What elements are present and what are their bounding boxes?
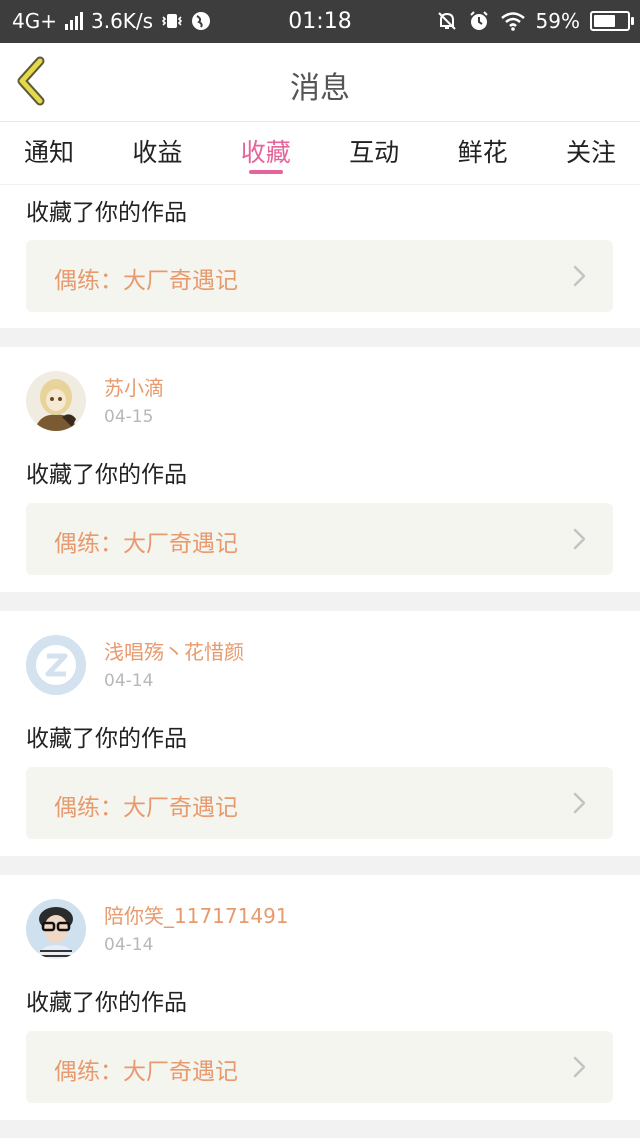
work-title: 偶练：大厂奇遇记	[54, 1059, 238, 1085]
battery-icon	[590, 11, 634, 31]
chevron-right-icon	[573, 528, 586, 550]
avatar[interactable]	[26, 371, 86, 431]
tab-follows[interactable]: 关注	[566, 122, 616, 184]
list-item: 苏小滴 04-15 收藏了你的作品 偶练：大厂奇遇记	[0, 347, 640, 592]
work-link[interactable]: 偶练：大厂奇遇记	[26, 767, 613, 839]
alarm-icon	[469, 11, 488, 30]
message-text: 收藏了你的作品	[26, 462, 187, 488]
tab-interactions[interactable]: 互动	[349, 122, 399, 184]
chevron-right-icon	[573, 792, 586, 814]
tab-notifications[interactable]: 通知	[24, 122, 74, 184]
battery-percent: 59%	[535, 9, 580, 33]
list-item: 收藏了你的作品 偶练：大厂奇遇记	[0, 185, 640, 328]
list-item: 陪你笑_117171491 04-14 收藏了你的作品 偶练：大厂奇遇记	[0, 875, 640, 1120]
tab-bar: 通知 收益 收藏 互动 鲜花 关注	[0, 122, 640, 184]
page-title: 消息	[290, 71, 350, 106]
work-title: 偶练：大厂奇遇记	[54, 795, 238, 821]
work-title: 偶练：大厂奇遇记	[54, 531, 238, 557]
tab-flowers[interactable]: 鲜花	[458, 122, 508, 184]
wifi-icon	[500, 12, 525, 31]
list-item: 浅唱殇丶花惜颜 04-14 收藏了你的作品 偶练：大厂奇遇记	[0, 611, 640, 856]
date: 04-15	[104, 407, 154, 427]
mute-notification-icon	[437, 12, 456, 30]
user-info[interactable]: 陪你笑_117171491 04-14	[26, 899, 289, 959]
header: 消息	[0, 43, 640, 122]
work-link[interactable]: 偶练：大厂奇遇记	[26, 503, 613, 575]
message-text: 收藏了你的作品	[26, 200, 187, 226]
chevron-right-icon	[573, 1056, 586, 1078]
user-info[interactable]: 苏小滴 04-15	[26, 371, 164, 431]
status-bar: 4G+ 3.6K/s 01:18 59%	[0, 0, 640, 43]
chevron-right-icon	[573, 265, 586, 287]
avatar[interactable]	[26, 899, 86, 959]
avatar[interactable]	[26, 635, 86, 695]
message-text: 收藏了你的作品	[26, 990, 187, 1016]
work-link[interactable]: 偶练：大厂奇遇记	[26, 1031, 613, 1103]
username[interactable]: 浅唱殇丶花惜颜	[104, 639, 244, 665]
date: 04-14	[104, 935, 154, 955]
tab-earnings[interactable]: 收益	[132, 122, 182, 184]
message-text: 收藏了你的作品	[26, 726, 187, 752]
work-title: 偶练：大厂奇遇记	[54, 268, 238, 294]
work-link[interactable]: 偶练：大厂奇遇记	[26, 240, 613, 312]
user-info[interactable]: 浅唱殇丶花惜颜 04-14	[26, 635, 244, 695]
username[interactable]: 陪你笑_117171491	[104, 903, 289, 929]
tab-favorites[interactable]: 收藏	[241, 122, 291, 184]
username[interactable]: 苏小滴	[104, 375, 164, 401]
date: 04-14	[104, 671, 154, 691]
